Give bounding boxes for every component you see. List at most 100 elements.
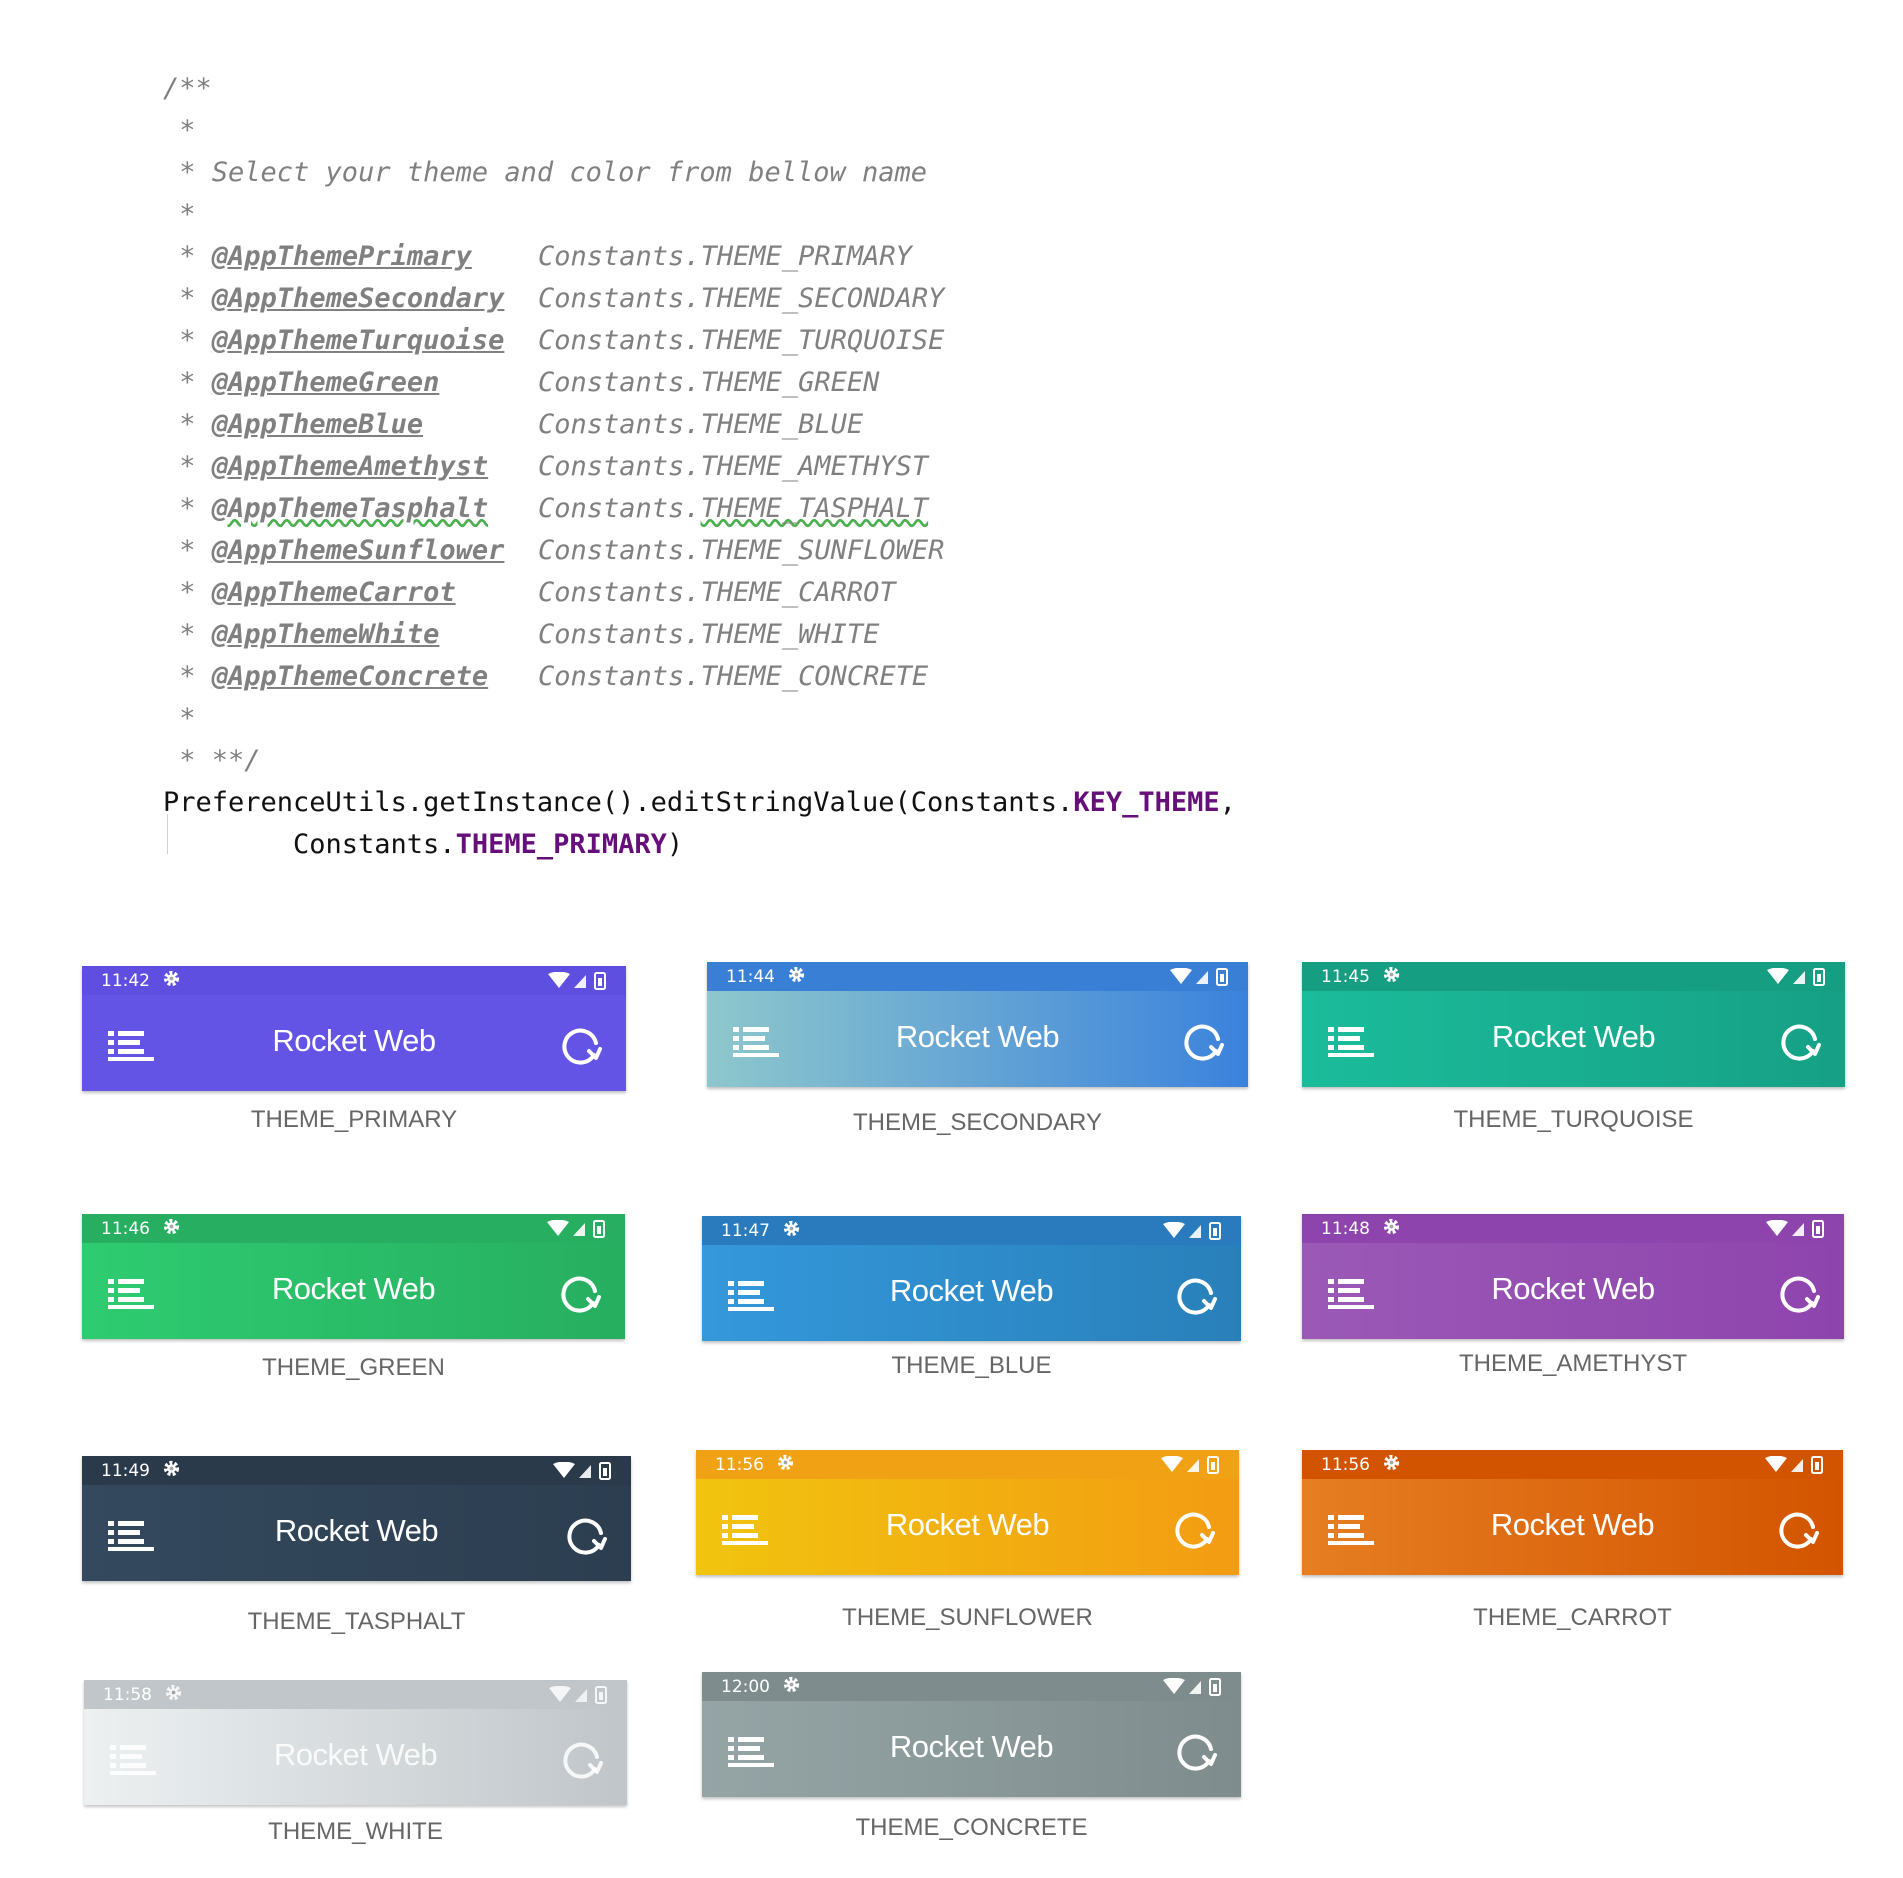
- toolbar: Rocket Web: [1302, 1479, 1843, 1575]
- theme-constant-name: THEME_TURQUOISE: [700, 325, 945, 356]
- refresh-icon[interactable]: [559, 1273, 601, 1315]
- theme-constant-name: THEME_CONCRETE: [700, 661, 929, 692]
- theme-annotation-tag[interactable]: @AppThemeCarrot: [212, 577, 456, 608]
- app-bar: 11:49 Rocket Web: [82, 1456, 631, 1581]
- refresh-icon[interactable]: [1182, 1021, 1224, 1063]
- refresh-icon[interactable]: [561, 1739, 603, 1781]
- theme-caption: THEME_BLUE: [891, 1352, 1052, 1379]
- theme-annotation-tag[interactable]: @AppThemeWhite: [212, 619, 440, 650]
- comment-theme-line: * @AppThemeSecondary Constants.THEME_SECO…: [163, 278, 1313, 320]
- comment-star: *: [163, 241, 212, 272]
- status-time: 11:56: [715, 1455, 764, 1475]
- status-time: 11:46: [101, 1219, 150, 1239]
- constants-class: Constants.: [538, 619, 701, 650]
- status-bar: 11:56: [696, 1450, 1239, 1479]
- toolbar: Rocket Web: [1302, 1243, 1844, 1339]
- refresh-icon[interactable]: [1175, 1731, 1217, 1773]
- theme-annotation-tag[interactable]: @AppThemeTurquoise: [212, 325, 505, 356]
- app-bar: 11:56 Rocket Web: [1302, 1450, 1843, 1575]
- settings-gear-icon: [782, 1675, 801, 1699]
- comment-theme-line: * @AppThemeAmethyst Constants.THEME_AMETH…: [163, 446, 1313, 488]
- statement-line-1: PreferenceUtils.getInstance().editString…: [163, 782, 1313, 824]
- comment-open: /**: [163, 73, 212, 104]
- wifi-signal-battery-icon: [1163, 1221, 1223, 1240]
- toolbar: Rocket Web: [82, 1243, 625, 1339]
- constants-class: Constants.: [538, 367, 701, 398]
- theme-constant: Constants.THEME_TASPHALT: [538, 488, 928, 530]
- comment-star: *: [163, 703, 196, 734]
- toolbar: Rocket Web: [696, 1479, 1239, 1575]
- theme-caption: THEME_TASPHALT: [247, 1608, 466, 1635]
- theme-constant: Constants.THEME_BLUE: [538, 404, 863, 446]
- theme-annotation-tag[interactable]: @AppThemePrimary: [212, 241, 472, 272]
- theme-caption: THEME_WHITE: [268, 1818, 443, 1845]
- theme-constant: Constants.THEME_AMETHYST: [538, 446, 928, 488]
- status-time: 11:49: [101, 1461, 150, 1481]
- theme-annotation-tag[interactable]: @AppThemeTasphalt: [212, 493, 488, 524]
- wifi-signal-battery-icon: [547, 1219, 607, 1238]
- refresh-icon[interactable]: [560, 1025, 602, 1067]
- refresh-icon[interactable]: [1175, 1275, 1217, 1317]
- app-bar: 11:58 Rocket Web: [84, 1680, 627, 1805]
- comment-close: * **/: [163, 745, 261, 776]
- wifi-signal-battery-icon: [1766, 1219, 1826, 1238]
- app-bar: 11:42 Rocket Web: [82, 966, 626, 1091]
- refresh-icon[interactable]: [565, 1515, 607, 1557]
- settings-gear-icon: [1382, 1217, 1401, 1241]
- status-bar: 11:46: [82, 1214, 625, 1243]
- wifi-signal-battery-icon: [549, 1685, 609, 1704]
- status-bar: 11:58: [84, 1680, 627, 1709]
- wifi-signal-battery-icon: [553, 1461, 613, 1480]
- theme-annotation-tag[interactable]: @AppThemeAmethyst: [212, 451, 488, 482]
- status-bar: 11:48: [1302, 1214, 1844, 1243]
- constants-class: Constants.: [538, 409, 701, 440]
- theme-constant: Constants.THEME_WHITE: [538, 614, 879, 656]
- refresh-icon[interactable]: [1778, 1273, 1820, 1315]
- code-snippet: /** * * Select your theme and color from…: [163, 68, 1313, 866]
- app-bar: 11:56 Rocket Web: [696, 1450, 1239, 1575]
- comment-theme-line: * @AppThemeSunflower Constants.THEME_SUNF…: [163, 530, 1313, 572]
- comment-star: *: [163, 451, 212, 482]
- theme-primary-constant: THEME_PRIMARY: [455, 829, 667, 860]
- refresh-icon[interactable]: [1173, 1509, 1215, 1551]
- constants-class: Constants.: [538, 241, 701, 272]
- comment-star: *: [163, 409, 212, 440]
- theme-caption: THEME_SUNFLOWER: [842, 1604, 1093, 1631]
- settings-gear-icon: [164, 1683, 183, 1707]
- wifi-signal-battery-icon: [1161, 1455, 1221, 1474]
- theme-caption: THEME_PRIMARY: [250, 1106, 458, 1133]
- toolbar: Rocket Web: [702, 1701, 1241, 1797]
- app-title: Rocket Web: [889, 1729, 1054, 1764]
- comment-theme-line: * @AppThemeGreen Constants.THEME_GREEN: [163, 362, 1313, 404]
- comment-theme-line: * @AppThemeTasphalt Constants.THEME_TASPH…: [163, 488, 1313, 530]
- theme-caption: THEME_TURQUOISE: [1453, 1106, 1694, 1133]
- app-bar: 11:47 Rocket Web: [702, 1216, 1241, 1341]
- theme-annotation-tag[interactable]: @AppThemeGreen: [212, 367, 440, 398]
- theme-constant-name: THEME_TASPHALT: [700, 493, 929, 524]
- status-bar: 11:45: [1302, 962, 1845, 991]
- theme-constant-name: THEME_GREEN: [700, 367, 880, 398]
- theme-constant: Constants.THEME_SECONDARY: [538, 278, 944, 320]
- status-bar: 11:56: [1302, 1450, 1843, 1479]
- comment-description: * Select your theme and color from bello…: [163, 157, 928, 188]
- refresh-icon[interactable]: [1779, 1021, 1821, 1063]
- theme-annotation-tag[interactable]: @AppThemeBlue: [212, 409, 423, 440]
- comment-star: *: [163, 619, 212, 650]
- theme-annotation-tag[interactable]: @AppThemeConcrete: [212, 661, 488, 692]
- theme-annotation-tag[interactable]: @AppThemeSunflower: [212, 535, 505, 566]
- app-bar: 11:48 Rocket Web: [1302, 1214, 1844, 1339]
- comment-theme-line: * @AppThemeCarrot Constants.THEME_CARROT: [163, 572, 1313, 614]
- refresh-icon[interactable]: [1777, 1509, 1819, 1551]
- settings-gear-icon: [162, 1217, 181, 1241]
- comment-theme-line: * @AppThemeBlue Constants.THEME_BLUE: [163, 404, 1313, 446]
- comment-star: *: [163, 283, 212, 314]
- theme-caption: THEME_AMETHYST: [1458, 1350, 1688, 1377]
- theme-annotation-tag[interactable]: @AppThemeSecondary: [212, 283, 505, 314]
- settings-gear-icon: [1382, 965, 1401, 989]
- status-bar: 11:49: [82, 1456, 631, 1485]
- theme-preview-card: 11:44 Rocket Web: [707, 962, 1248, 1087]
- status-time: 11:48: [1321, 1219, 1370, 1239]
- constants-class: Constants.: [538, 535, 701, 566]
- comment-star: *: [163, 577, 212, 608]
- app-title: Rocket Web: [889, 1273, 1054, 1308]
